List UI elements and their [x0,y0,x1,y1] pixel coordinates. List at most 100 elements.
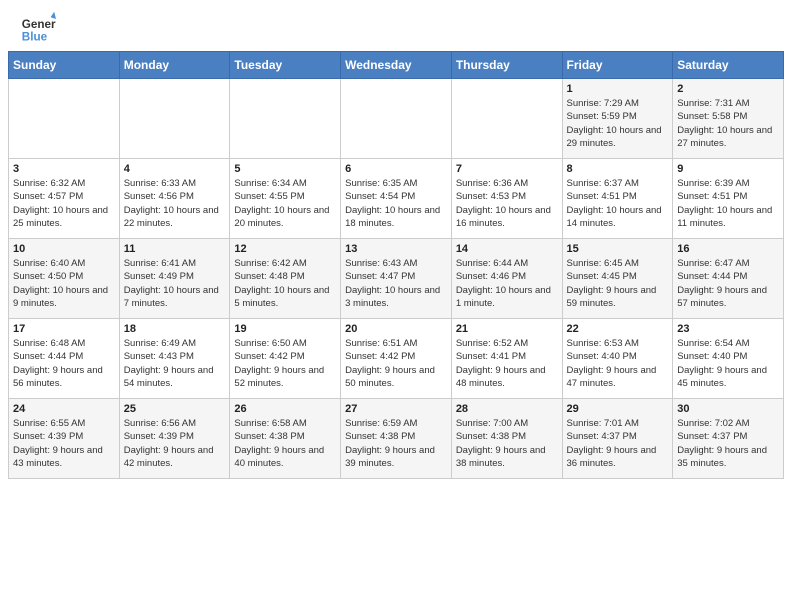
day-info: Sunrise: 6:51 AM Sunset: 4:42 PM Dayligh… [345,337,447,390]
calendar-cell [341,79,452,159]
day-info: Sunrise: 6:56 AM Sunset: 4:39 PM Dayligh… [124,417,226,470]
calendar-cell [119,79,230,159]
calendar-cell: 30 Sunrise: 7:02 AM Sunset: 4:37 PM Dayli… [673,399,784,479]
calendar-cell: 7 Sunrise: 6:36 AM Sunset: 4:53 PM Daylig… [451,159,562,239]
calendar-cell: 13Sunrise: 6:43 AM Sunset: 4:47 PM Dayli… [341,239,452,319]
calendar-cell: 10 Sunrise: 6:40 AM Sunset: 4:50 PM Dayli… [9,239,120,319]
day-info: Sunrise: 6:35 AM Sunset: 4:54 PM Dayligh… [345,177,447,230]
calendar-cell: 25 Sunrise: 6:56 AM Sunset: 4:39 PM Dayli… [119,399,230,479]
day-info: Sunrise: 6:33 AM Sunset: 4:56 PM Dayligh… [124,177,226,230]
day-info: Sunrise: 7:29 AM Sunset: 5:59 PM Dayligh… [567,97,669,150]
day-number: 9 [677,163,779,175]
day-number: 15 [567,243,669,255]
calendar-cell: 23 Sunrise: 6:54 AM Sunset: 4:40 PM Dayli… [673,319,784,399]
day-info: Sunrise: 6:32 AM Sunset: 4:57 PM Dayligh… [13,177,115,230]
day-info: Sunrise: 6:44 AM Sunset: 4:46 PM Dayligh… [456,257,558,310]
day-info: Sunrise: 6:39 AM Sunset: 4:51 PM Dayligh… [677,177,779,230]
day-info: Sunrise: 6:59 AM Sunset: 4:38 PM Dayligh… [345,417,447,470]
calendar-week-row: 17 Sunrise: 6:48 AM Sunset: 4:44 PM Dayli… [9,319,784,399]
day-number: 10 [13,243,115,255]
calendar-cell: 19 Sunrise: 6:50 AM Sunset: 4:42 PM Dayli… [230,319,341,399]
day-info: Sunrise: 6:50 AM Sunset: 4:42 PM Dayligh… [234,337,336,390]
calendar-cell: 16 Sunrise: 6:47 AM Sunset: 4:44 PM Dayli… [673,239,784,319]
calendar-cell: 8Sunrise: 6:37 AM Sunset: 4:51 PM Daylig… [562,159,673,239]
calendar-cell: 2Sunrise: 7:31 AM Sunset: 5:58 PM Daylig… [673,79,784,159]
calendar-cell: 27 Sunrise: 6:59 AM Sunset: 4:38 PM Dayli… [341,399,452,479]
day-number: 2 [677,83,779,95]
calendar: SundayMondayTuesdayWednesdayThursdayFrid… [0,51,792,487]
calendar-cell: 29 Sunrise: 7:01 AM Sunset: 4:37 PM Dayli… [562,399,673,479]
calendar-cell: 26 Sunrise: 6:58 AM Sunset: 4:38 PM Dayli… [230,399,341,479]
day-number: 13 [345,243,447,255]
day-number: 6 [345,163,447,175]
day-number: 3 [13,163,115,175]
calendar-cell: 21Sunrise: 6:52 AM Sunset: 4:41 PM Dayli… [451,319,562,399]
calendar-cell: 6 Sunrise: 6:35 AM Sunset: 4:54 PM Daylig… [341,159,452,239]
calendar-cell: 28 Sunrise: 7:00 AM Sunset: 4:38 PM Dayli… [451,399,562,479]
day-info: Sunrise: 6:49 AM Sunset: 4:43 PM Dayligh… [124,337,226,390]
day-info: Sunrise: 6:40 AM Sunset: 4:50 PM Dayligh… [13,257,115,310]
column-header-friday: Friday [562,52,673,79]
day-number: 26 [234,403,336,415]
calendar-cell: 11Sunrise: 6:41 AM Sunset: 4:49 PM Dayli… [119,239,230,319]
column-header-wednesday: Wednesday [341,52,452,79]
day-number: 4 [124,163,226,175]
day-info: Sunrise: 6:54 AM Sunset: 4:40 PM Dayligh… [677,337,779,390]
page-header: General Blue [0,0,792,51]
calendar-cell: 22 Sunrise: 6:53 AM Sunset: 4:40 PM Dayli… [562,319,673,399]
calendar-cell: 24Sunrise: 6:55 AM Sunset: 4:39 PM Dayli… [9,399,120,479]
day-number: 25 [124,403,226,415]
day-number: 23 [677,323,779,335]
column-header-saturday: Saturday [673,52,784,79]
day-info: Sunrise: 6:36 AM Sunset: 4:53 PM Dayligh… [456,177,558,230]
column-header-monday: Monday [119,52,230,79]
day-number: 16 [677,243,779,255]
calendar-cell [230,79,341,159]
calendar-week-row: 24Sunrise: 6:55 AM Sunset: 4:39 PM Dayli… [9,399,784,479]
day-info: Sunrise: 7:00 AM Sunset: 4:38 PM Dayligh… [456,417,558,470]
day-number: 28 [456,403,558,415]
calendar-week-row: 1 Sunrise: 7:29 AM Sunset: 5:59 PM Daylig… [9,79,784,159]
day-number: 27 [345,403,447,415]
day-info: Sunrise: 6:55 AM Sunset: 4:39 PM Dayligh… [13,417,115,470]
day-info: Sunrise: 6:58 AM Sunset: 4:38 PM Dayligh… [234,417,336,470]
column-header-sunday: Sunday [9,52,120,79]
day-number: 22 [567,323,669,335]
calendar-cell: 15Sunrise: 6:45 AM Sunset: 4:45 PM Dayli… [562,239,673,319]
calendar-cell: 5Sunrise: 6:34 AM Sunset: 4:55 PM Daylig… [230,159,341,239]
day-number: 17 [13,323,115,335]
day-number: 7 [456,163,558,175]
day-info: Sunrise: 6:34 AM Sunset: 4:55 PM Dayligh… [234,177,336,230]
logo: General Blue [20,10,56,46]
day-info: Sunrise: 6:47 AM Sunset: 4:44 PM Dayligh… [677,257,779,310]
calendar-cell: 20 Sunrise: 6:51 AM Sunset: 4:42 PM Dayli… [341,319,452,399]
calendar-cell [451,79,562,159]
calendar-cell [9,79,120,159]
day-number: 19 [234,323,336,335]
calendar-cell: 9 Sunrise: 6:39 AM Sunset: 4:51 PM Daylig… [673,159,784,239]
calendar-cell: 12Sunrise: 6:42 AM Sunset: 4:48 PM Dayli… [230,239,341,319]
day-info: Sunrise: 6:53 AM Sunset: 4:40 PM Dayligh… [567,337,669,390]
calendar-cell: 18 Sunrise: 6:49 AM Sunset: 4:43 PM Dayli… [119,319,230,399]
calendar-table: SundayMondayTuesdayWednesdayThursdayFrid… [8,51,784,479]
calendar-cell: 17 Sunrise: 6:48 AM Sunset: 4:44 PM Dayli… [9,319,120,399]
day-number: 18 [124,323,226,335]
day-info: Sunrise: 6:37 AM Sunset: 4:51 PM Dayligh… [567,177,669,230]
day-number: 29 [567,403,669,415]
day-info: Sunrise: 6:48 AM Sunset: 4:44 PM Dayligh… [13,337,115,390]
day-number: 21 [456,323,558,335]
calendar-cell: 1 Sunrise: 7:29 AM Sunset: 5:59 PM Daylig… [562,79,673,159]
logo-icon: General Blue [20,10,56,46]
day-number: 20 [345,323,447,335]
day-number: 1 [567,83,669,95]
day-info: Sunrise: 7:02 AM Sunset: 4:37 PM Dayligh… [677,417,779,470]
calendar-cell: 14Sunrise: 6:44 AM Sunset: 4:46 PM Dayli… [451,239,562,319]
day-number: 11 [124,243,226,255]
column-header-tuesday: Tuesday [230,52,341,79]
calendar-week-row: 10 Sunrise: 6:40 AM Sunset: 4:50 PM Dayli… [9,239,784,319]
calendar-week-row: 3 Sunrise: 6:32 AM Sunset: 4:57 PM Daylig… [9,159,784,239]
svg-text:Blue: Blue [22,31,48,44]
day-info: Sunrise: 7:01 AM Sunset: 4:37 PM Dayligh… [567,417,669,470]
day-number: 30 [677,403,779,415]
calendar-cell: 3 Sunrise: 6:32 AM Sunset: 4:57 PM Daylig… [9,159,120,239]
